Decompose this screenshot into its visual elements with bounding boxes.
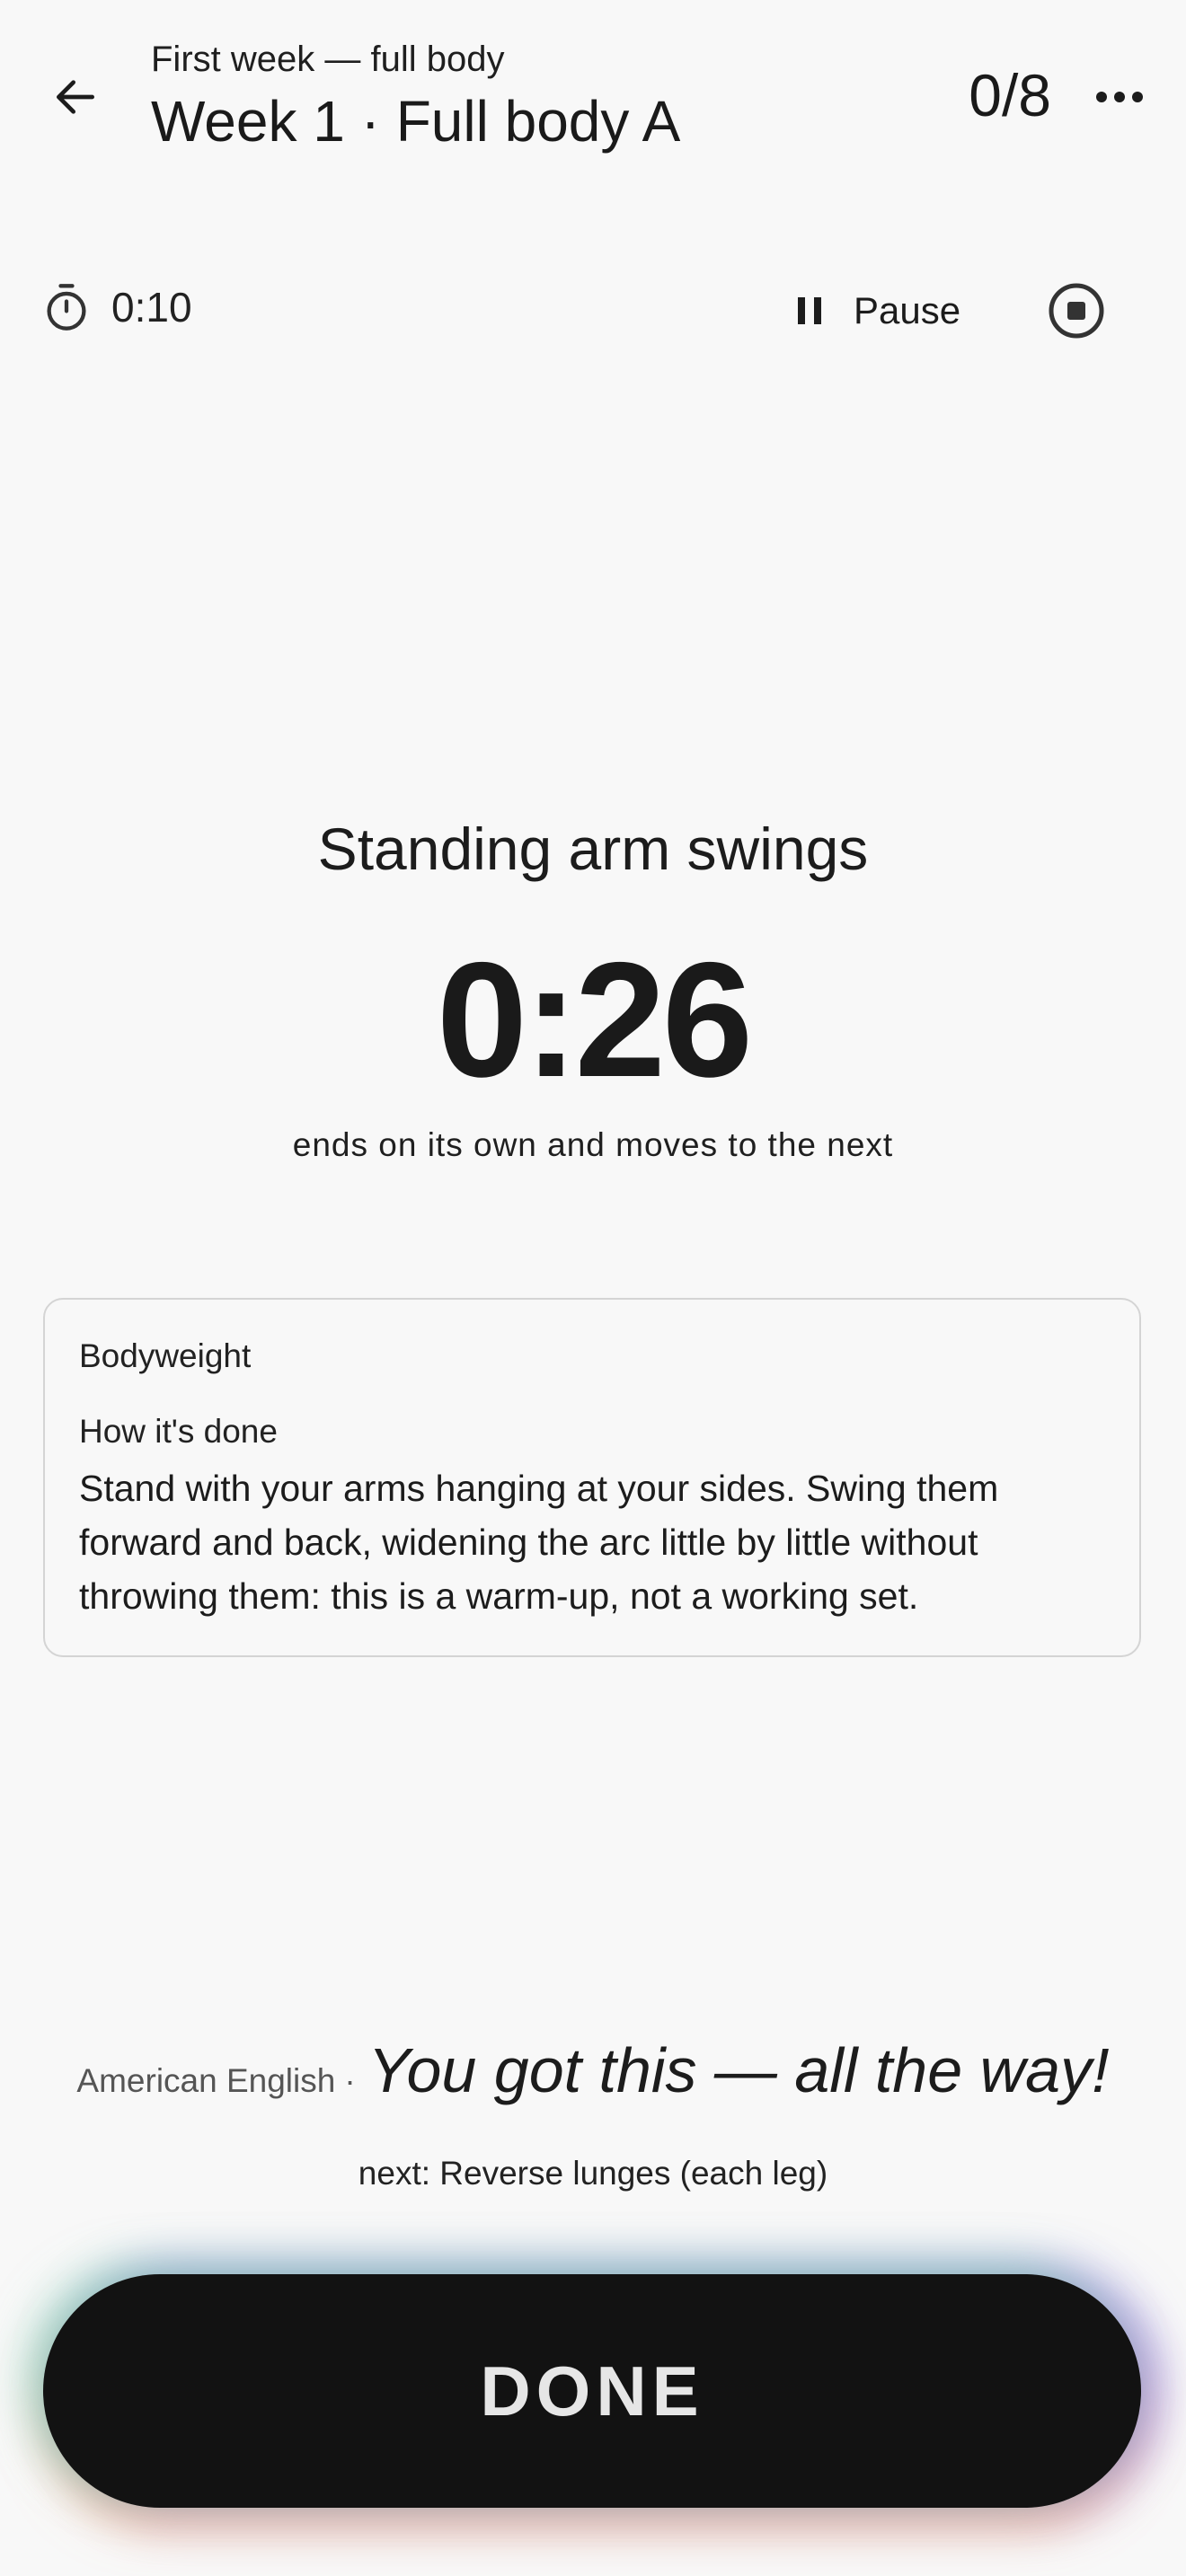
stop-circle-icon — [1049, 283, 1104, 339]
elapsed-time: 0:10 — [43, 280, 192, 334]
arrow-left-icon — [56, 80, 94, 114]
voice-language-label: American English — [76, 2062, 336, 2099]
top-app-bar: First week — full body Week 1 · Full bod… — [0, 0, 1186, 180]
header-titles: First week — full body Week 1 · Full bod… — [151, 34, 680, 158]
pause-icon — [798, 297, 821, 324]
next-exercise-label: next: Reverse lunges (each leg) — [358, 2155, 828, 2192]
more-horizontal-icon — [1096, 92, 1143, 102]
exercise-info-card: Bodyweight How it's done Stand with your… — [43, 1298, 1141, 1657]
equipment-label: Bodyweight — [79, 1337, 252, 1374]
countdown-note: ends on its own and moves to the next — [292, 1126, 894, 1163]
elapsed-time-text: 0:10 — [111, 284, 192, 331]
exercise-progress-count: 0/8 — [969, 62, 1051, 128]
more-options-button[interactable] — [1078, 57, 1161, 137]
current-exercise-name: Standing arm swings — [317, 816, 869, 882]
workout-title: Week 1 · Full body A — [151, 89, 681, 154]
howto-heading: How it's done — [79, 1413, 278, 1450]
howto-description: Stand with your arms hanging at your sid… — [79, 1468, 999, 1617]
language-separator: · — [344, 2062, 356, 2099]
pause-label: Pause — [854, 289, 961, 331]
stop-workout-button[interactable] — [1035, 269, 1118, 352]
motivation-quote: You got this — all the way! — [367, 2035, 1110, 2105]
session-timer-bar: 0:10 Pause — [0, 269, 1186, 352]
done-button-label: DONE — [480, 2351, 704, 2430]
motivation-line: American English · You got this — all th… — [0, 2030, 1186, 2111]
exercise-countdown: 0:26 — [436, 928, 753, 1111]
pause-button[interactable]: Pause — [773, 269, 982, 352]
back-button[interactable] — [36, 57, 115, 137]
done-button[interactable]: DONE — [43, 2274, 1141, 2508]
stopwatch-icon — [47, 284, 86, 331]
workout-subtitle: First week — full body — [151, 40, 505, 79]
